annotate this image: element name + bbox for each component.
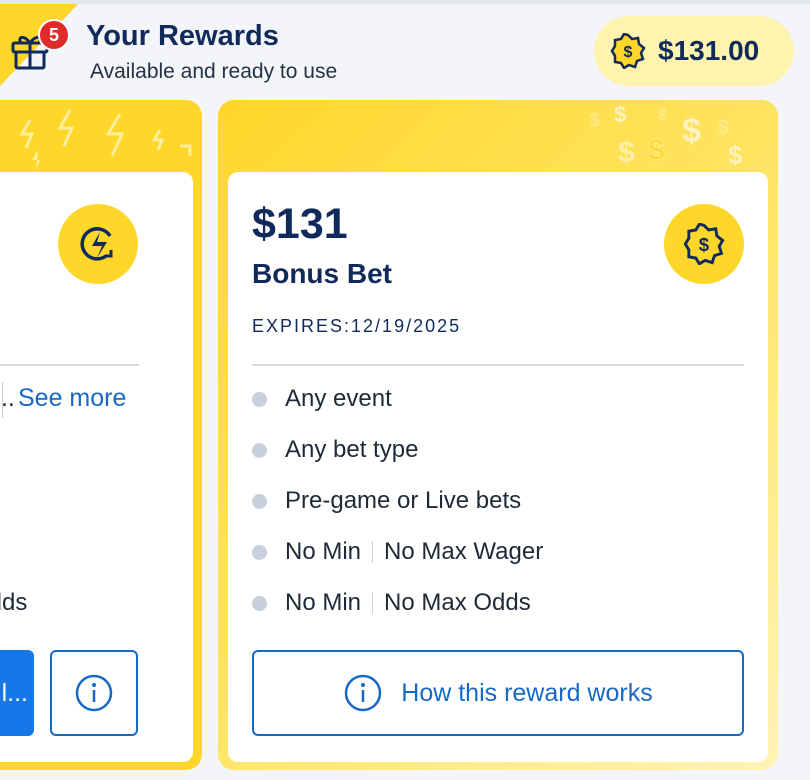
card-divider (252, 364, 744, 366)
feature-item: No Min No Max Odds (252, 589, 531, 617)
balance-pill[interactable]: $ $131.00 (594, 16, 794, 86)
how-reward-works-label: How this reward works (401, 678, 653, 707)
feature-text: Pre-game or Live bets (285, 487, 522, 514)
reward-card-bonus-bet: $ $ $ $ $ $ $ $ $131 Bonus Bet EXPIRES:1… (218, 100, 778, 770)
svg-text:$: $ (658, 107, 667, 124)
link-separator (2, 382, 3, 418)
see-more-link[interactable]: See more (18, 384, 126, 413)
notification-badge: 5 (38, 19, 70, 51)
feature-text: Any event (285, 385, 392, 412)
svg-text:$: $ (614, 102, 626, 127)
svg-text:$: $ (618, 136, 635, 169)
svg-text:$: $ (624, 44, 633, 61)
svg-text:$: $ (590, 110, 600, 130)
feature-text-fragment: Odds (0, 589, 28, 616)
dollar-badge-icon: $ (610, 33, 646, 69)
reward-amount: $131 (252, 200, 348, 248)
feature-item: Any bet type (252, 436, 418, 464)
page-subtitle: Available and ready to use (90, 60, 338, 83)
feature-text: No Min (285, 589, 362, 616)
info-icon (75, 674, 113, 712)
svg-text:$: $ (728, 140, 743, 170)
use-reward-button[interactable]: ll... (0, 650, 34, 736)
card-divider (0, 364, 139, 366)
lightning-pattern-decoration (19, 109, 192, 170)
svg-text:$: $ (699, 234, 710, 255)
info-button[interactable] (50, 650, 138, 736)
feature-text: No Max Wager (384, 538, 544, 565)
feature-item: Any event (252, 385, 392, 413)
feature-separator (372, 592, 374, 614)
boost-icon (58, 204, 138, 284)
balance-amount: $131.00 (658, 35, 760, 66)
dollar-pattern-decoration: $ $ $ $ $ $ $ $ (590, 102, 743, 170)
expiry-date: EXPIRES:12/19/2025 (252, 316, 462, 336)
page-title: Your Rewards (86, 20, 279, 52)
svg-text:$: $ (648, 134, 665, 167)
reward-card-partial: ... See more er Odds ll... (0, 100, 202, 770)
reward-card-body: ... See more er Odds ll... (0, 172, 193, 762)
bullet-dot (252, 544, 267, 560)
how-reward-works-button[interactable]: How this reward works (252, 650, 744, 736)
reward-card-body: $131 Bonus Bet EXPIRES:12/19/2025 $ Any … (228, 172, 768, 762)
feature-item: No Min No Max Wager (252, 538, 543, 566)
feature-item: Pre-game or Live bets (252, 487, 521, 515)
dollar-badge-icon: $ (664, 204, 744, 284)
rewards-header: 5 Your Rewards Available and ready to us… (0, 4, 810, 96)
svg-text:$: $ (682, 112, 701, 150)
bullet-dot (252, 391, 267, 407)
bullet-dot (252, 595, 267, 611)
feature-text: No Max Odds (384, 589, 531, 616)
svg-text:$: $ (718, 117, 729, 139)
reward-type: Bonus Bet (252, 258, 392, 289)
feature-text: No Min (285, 538, 362, 565)
bullet-dot (252, 493, 267, 509)
bullet-dot (252, 442, 267, 458)
info-icon (345, 674, 382, 712)
feature-separator (372, 541, 374, 563)
feature-text: Any bet type (285, 436, 419, 463)
